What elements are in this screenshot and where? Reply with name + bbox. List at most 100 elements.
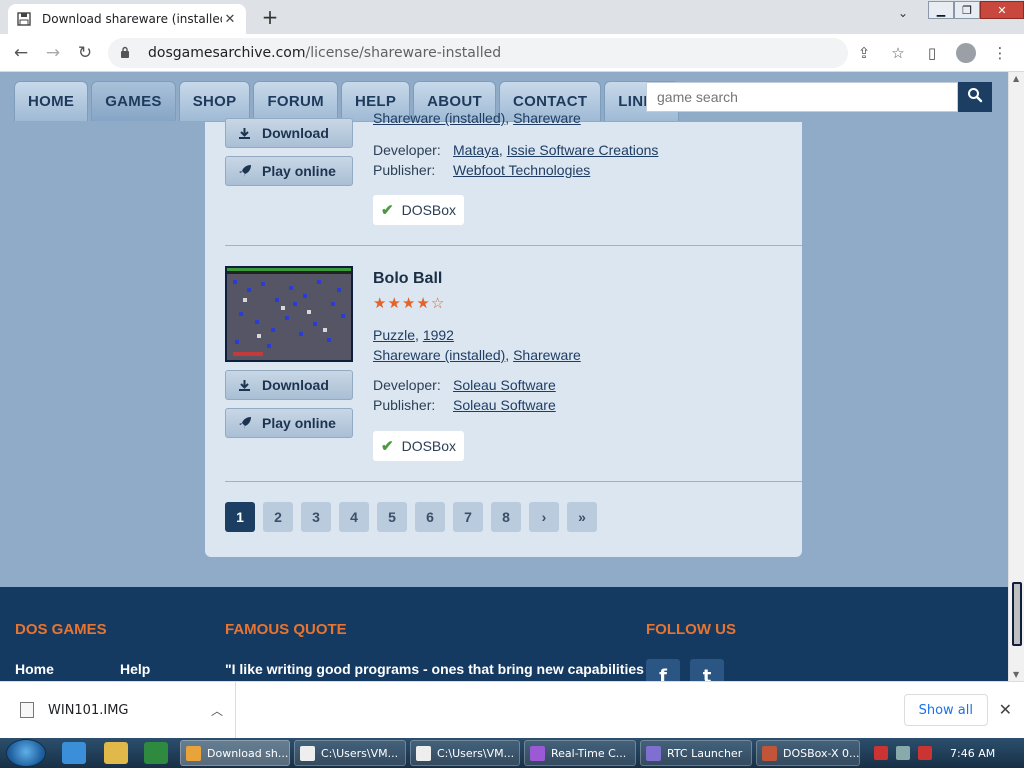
publisher-line: Publisher: Webfoot Technologies	[373, 162, 591, 178]
developer-link[interactable]: Issie Software Creations	[507, 142, 659, 158]
minimize-button[interactable]: ▁	[928, 1, 954, 19]
nav-home[interactable]: HOME	[14, 81, 89, 121]
file-icon	[20, 702, 34, 718]
scroll-down-icon[interactable]: ▼	[1013, 670, 1019, 679]
footer-heading-quote: FAMOUS QUOTE	[225, 621, 347, 638]
profile-avatar[interactable]	[956, 43, 976, 63]
ie-icon[interactable]	[62, 742, 86, 764]
taskbar-task-7zip-1[interactable]: C:\Users\VM...	[294, 740, 406, 766]
page-3-button[interactable]: 3	[301, 502, 331, 532]
dosbox-badge: ✔ DOSBox	[373, 431, 465, 461]
7zip-icon	[300, 746, 315, 761]
network-icon[interactable]	[896, 746, 910, 760]
category-link[interactable]: Shareware	[513, 110, 581, 126]
side-panel-icon[interactable]: ▯	[922, 43, 942, 63]
show-all-button[interactable]: Show all	[903, 694, 988, 726]
excel-icon[interactable]	[144, 742, 168, 764]
close-download-bar-icon[interactable]: ✕	[999, 700, 1012, 719]
url-domain: dosgamesarchive.com	[148, 45, 306, 61]
download-icon	[238, 127, 254, 140]
chevron-up-icon[interactable]: ︿	[211, 702, 235, 719]
page-7-button[interactable]: 7	[453, 502, 483, 532]
genre-link[interactable]: Puzzle	[373, 327, 415, 343]
page-1-button[interactable]: 1	[225, 502, 255, 532]
last-page-button[interactable]: »	[567, 502, 597, 532]
nav-forum[interactable]: FORUM	[253, 81, 338, 121]
search-button[interactable]	[958, 82, 992, 112]
page-4-button[interactable]: 4	[339, 502, 369, 532]
page-2-button[interactable]: 2	[263, 502, 293, 532]
dosbox-icon	[762, 746, 777, 761]
developer-line: Developer: Soleau Software	[373, 377, 556, 393]
play-online-button[interactable]: Play online	[225, 408, 353, 438]
category-link[interactable]: Shareware (installed)	[373, 110, 505, 126]
star-icon: ★	[401, 294, 417, 312]
check-icon: ✔	[381, 202, 394, 219]
page-scrollbar[interactable]: ▲ ▼	[1008, 72, 1024, 681]
taskbar-task-rtc[interactable]: Real-Time C...	[524, 740, 636, 766]
footer-link-help[interactable]: Help	[120, 661, 150, 677]
download-item[interactable]: WIN101.IMG ︿	[0, 682, 236, 738]
lock-icon[interactable]	[120, 46, 134, 61]
download-icon	[238, 379, 254, 392]
download-file-name: WIN101.IMG	[48, 702, 129, 718]
developer-link[interactable]: Mataya	[453, 142, 499, 158]
browser-tab-bar: Download shareware (installed) g ✕ + ⌄ ▁…	[0, 0, 1024, 34]
download-button[interactable]: Download	[225, 370, 353, 400]
next-page-button[interactable]: ›	[529, 502, 559, 532]
play-online-button[interactable]: Play online	[225, 156, 353, 186]
rtc-launcher-icon	[646, 746, 661, 761]
taskbar-task-chrome[interactable]: Download sh...	[180, 740, 290, 766]
facebook-icon[interactable]: f	[646, 659, 680, 681]
rtc-icon	[530, 746, 545, 761]
close-tab-icon[interactable]: ✕	[222, 12, 238, 27]
url-field[interactable]: dosgamesarchive.com/license/shareware-in…	[108, 38, 848, 68]
developer-link[interactable]: Soleau Software	[453, 377, 556, 393]
pagination: 1 2 3 4 5 6 7 8 › »	[225, 502, 597, 532]
taskbar-task-rtc-launcher[interactable]: RTC Launcher	[640, 740, 752, 766]
forward-icon[interactable]: →	[42, 43, 64, 65]
share-icon[interactable]: ⇪	[854, 43, 874, 63]
category-link[interactable]: Shareware	[513, 347, 581, 363]
publisher-link[interactable]: Soleau Software	[453, 397, 556, 413]
nav-games[interactable]: GAMES	[91, 81, 176, 121]
footer-link-home[interactable]: Home	[15, 661, 54, 677]
scroll-up-icon[interactable]: ▲	[1013, 74, 1019, 83]
action-center-icon[interactable]	[918, 746, 932, 760]
menu-icon[interactable]: ⋮	[990, 43, 1010, 63]
browser-tab[interactable]: Download shareware (installed) g ✕	[8, 4, 246, 34]
game-search-input[interactable]	[646, 82, 958, 112]
clock[interactable]: 7:46 AM	[950, 747, 995, 760]
back-icon[interactable]: ←	[10, 43, 32, 65]
page-5-button[interactable]: 5	[377, 502, 407, 532]
web-page: HOME GAMES SHOP FORUM HELP ABOUT CONTACT…	[0, 72, 1024, 681]
taskbar-task-dosbox[interactable]: DOSBox-X 0...	[756, 740, 860, 766]
publisher-link[interactable]: Webfoot Technologies	[453, 162, 590, 178]
page-8-button[interactable]: 8	[491, 502, 521, 532]
address-bar: ← → ↻ dosgamesarchive.com/license/sharew…	[0, 34, 1024, 72]
category-link[interactable]: Shareware (installed)	[373, 347, 505, 363]
nav-shop[interactable]: SHOP	[178, 81, 251, 121]
taskbar-task-7zip-2[interactable]: C:\Users\VM...	[410, 740, 520, 766]
rocket-icon	[238, 416, 254, 430]
bookmark-star-icon[interactable]: ☆	[888, 43, 908, 63]
restore-button[interactable]: ❐	[954, 1, 980, 19]
rocket-icon	[238, 164, 254, 178]
game-title[interactable]: Bolo Ball	[373, 270, 442, 288]
reload-icon[interactable]: ↻	[74, 43, 96, 65]
genre-year-line: Puzzle, 1992	[373, 327, 454, 343]
download-button[interactable]: Download	[225, 118, 353, 148]
explorer-icon[interactable]	[104, 742, 128, 764]
new-tab-button[interactable]: +	[258, 6, 282, 30]
close-window-button[interactable]: ✕	[980, 1, 1024, 19]
scrollbar-thumb[interactable]	[1012, 582, 1022, 646]
volume-muted-icon[interactable]	[874, 746, 888, 760]
check-icon: ✔	[381, 438, 394, 455]
page-6-button[interactable]: 6	[415, 502, 445, 532]
year-link[interactable]: 1992	[423, 327, 454, 343]
game-categories: Shareware (installed), Shareware	[373, 347, 581, 363]
start-button[interactable]	[6, 739, 46, 767]
tab-search-icon[interactable]: ⌄	[898, 6, 908, 20]
twitter-icon[interactable]: t	[690, 659, 724, 681]
game-thumbnail[interactable]	[225, 266, 353, 362]
